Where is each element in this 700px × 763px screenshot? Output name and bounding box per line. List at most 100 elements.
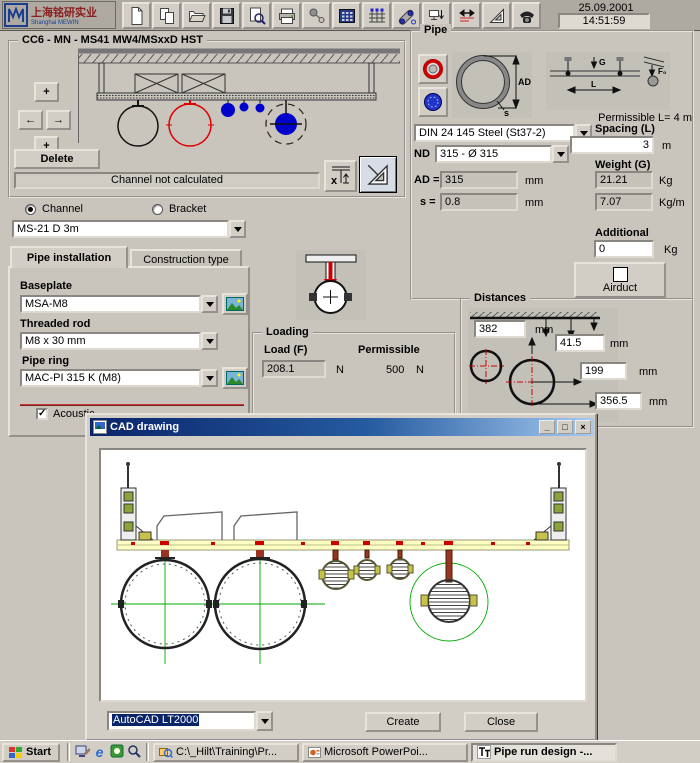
channel-type-value[interactable]: MS-21 D 3m: [12, 220, 229, 238]
taskbar-separator: [67, 743, 70, 761]
picture-icon: [226, 371, 244, 385]
cad-system-select[interactable]: AutoCAD LT2000: [107, 711, 273, 731]
search-icon[interactable]: [125, 744, 142, 761]
acoustic-checkbox[interactable]: ✓: [36, 408, 48, 420]
close-window-button[interactable]: ×: [575, 420, 591, 434]
taskbar: Start e C:\_Hilt\Training\Pr... Microsof…: [0, 740, 700, 763]
svg-text:L: L: [591, 79, 596, 89]
taskbar-task-explorer[interactable]: C:\_Hilt\Training\Pr...: [153, 743, 299, 762]
internet-explorer-icon[interactable]: e: [91, 745, 108, 759]
set-square-button[interactable]: [482, 2, 511, 29]
svg-text:AD: AD: [518, 77, 531, 87]
media-app-icon[interactable]: [108, 744, 125, 761]
distance-offset-unit: mm: [610, 338, 628, 350]
open-folder-button[interactable]: [182, 2, 211, 29]
distances-panel: Distances mm mm mm mm: [460, 298, 694, 428]
start-button[interactable]: Start: [2, 743, 60, 762]
nd-dropdown-arrow[interactable]: [552, 145, 569, 163]
cad-window-titlebar[interactable]: CAD drawing _ □ ×: [90, 418, 594, 436]
move-left-button[interactable]: ←: [18, 110, 43, 130]
pipe-ring-picture-button[interactable]: [222, 367, 248, 389]
taskbar-task-pipe-run-design[interactable]: Pipe run design -...: [471, 743, 617, 762]
threaded-rod-dropdown-arrow[interactable]: [201, 332, 218, 350]
airduct-checkbox: [613, 267, 628, 282]
baseplate-dropdown-arrow[interactable]: [201, 295, 218, 313]
maximize-button[interactable]: □: [557, 420, 573, 434]
pipe-section-red-button[interactable]: [418, 54, 448, 84]
taskbar-task-powerpoint[interactable]: Microsoft PowerPoi...: [302, 743, 468, 762]
permissible-label: Permissible: [358, 344, 420, 356]
load-unit: N: [336, 364, 344, 376]
pipe-cross-section-diagram: AD s: [452, 52, 532, 118]
cad-window-icon: [93, 420, 107, 434]
pipe-run-title: CC6 - MN - MS41 MW4/MSxxD HST: [18, 34, 207, 46]
copy-document-button[interactable]: [152, 2, 181, 29]
permissible-value: 500: [386, 364, 404, 376]
close-button[interactable]: Close: [464, 712, 538, 732]
tab-pipe-installation[interactable]: Pipe installation: [10, 246, 128, 268]
additional-input[interactable]: [594, 240, 654, 258]
pipe-segment-button[interactable]: [392, 2, 421, 29]
threaded-rod-value[interactable]: M8 x 30 mm: [20, 332, 201, 350]
baseplate-select[interactable]: MSA-M8: [20, 295, 218, 313]
logo-text-en: Shanghai MEWIN: [31, 20, 97, 26]
pipe-installation-panel: Baseplate MSA-M8 Threaded rod M8 x 30 mm…: [8, 266, 250, 437]
airduct-label: Airduct: [603, 282, 637, 294]
move-right-button[interactable]: →: [46, 110, 71, 130]
additional-label: Additional: [595, 227, 649, 239]
bracket-radio[interactable]: [152, 204, 163, 215]
distance-top-input[interactable]: [474, 320, 526, 338]
cad-drawing-button[interactable]: [359, 156, 397, 193]
spacing-input[interactable]: [570, 136, 654, 154]
measure-point-button[interactable]: [302, 2, 331, 29]
show-desktop-icon[interactable]: [74, 744, 91, 761]
pipe-section-blue-button[interactable]: [418, 87, 448, 117]
minimize-button[interactable]: _: [539, 420, 555, 434]
permissible-unit: N: [416, 364, 424, 376]
new-document-button[interactable]: [122, 2, 151, 29]
bracket-radio-label: Bracket: [169, 203, 206, 215]
pipe-ring-dropdown-arrow[interactable]: [201, 369, 218, 387]
cad-system-value[interactable]: AutoCAD LT2000: [107, 711, 256, 731]
distance-bottom-input[interactable]: [595, 392, 642, 410]
print-button[interactable]: [272, 2, 301, 29]
add-pipe-top-button[interactable]: +: [34, 82, 59, 102]
pipe-ring-select[interactable]: MAC-PI 315 K (M8): [20, 369, 218, 387]
baseplate-picture-button[interactable]: [222, 293, 248, 315]
nd-select[interactable]: 315 - Ø 315: [435, 145, 569, 163]
save-button[interactable]: [212, 2, 241, 29]
channel-radio-label: Channel: [42, 203, 83, 215]
toolbar: 上海铭研实业 Shanghai MEWIN 25.09.2001 14:51:5…: [0, 0, 700, 31]
pipe-red-ring-icon: [422, 58, 444, 80]
airduct-button[interactable]: Airduct: [574, 262, 666, 298]
pipe-standard-select[interactable]: DIN 24 145 Steel (St37-2): [414, 124, 592, 142]
channel-table-button[interactable]: [362, 2, 391, 29]
task-label: Pipe run design -...: [494, 746, 592, 758]
pipe-ring-value[interactable]: MAC-PI 315 K (M8): [20, 369, 201, 387]
windows-logo-icon: [8, 746, 23, 759]
cad-system-selected-text: AutoCAD LT2000: [112, 714, 199, 726]
pipe-standard-value[interactable]: DIN 24 145 Steel (St37-2): [414, 124, 575, 142]
loading-title: Loading: [262, 326, 313, 338]
powerpoint-icon: [308, 746, 321, 759]
svg-text:F₀: F₀: [658, 67, 667, 76]
create-button[interactable]: Create: [365, 712, 441, 732]
threaded-rod-select[interactable]: M8 x 30 mm: [20, 332, 218, 350]
distance-mid-input[interactable]: [580, 362, 627, 380]
calculator-button[interactable]: [332, 2, 361, 29]
baseplate-value[interactable]: MSA-M8: [20, 295, 201, 313]
telephone-button[interactable]: [512, 2, 541, 29]
distance-bottom-unit: mm: [649, 396, 667, 408]
channel-type-select[interactable]: MS-21 D 3m: [12, 220, 246, 238]
channel-radio[interactable]: [25, 204, 36, 215]
spacing-arrows-button[interactable]: [452, 2, 481, 29]
cad-system-dropdown-arrow[interactable]: [256, 711, 273, 731]
print-icon: [277, 6, 297, 26]
nd-value[interactable]: 315 - Ø 315: [435, 145, 552, 163]
recalculate-button[interactable]: x: [324, 160, 357, 192]
channel-type-dropdown-arrow[interactable]: [229, 220, 246, 238]
pipe-run-drawing[interactable]: [78, 48, 400, 160]
print-preview-button[interactable]: [242, 2, 271, 29]
distance-offset-input[interactable]: [555, 334, 605, 352]
start-label: Start: [26, 746, 51, 758]
